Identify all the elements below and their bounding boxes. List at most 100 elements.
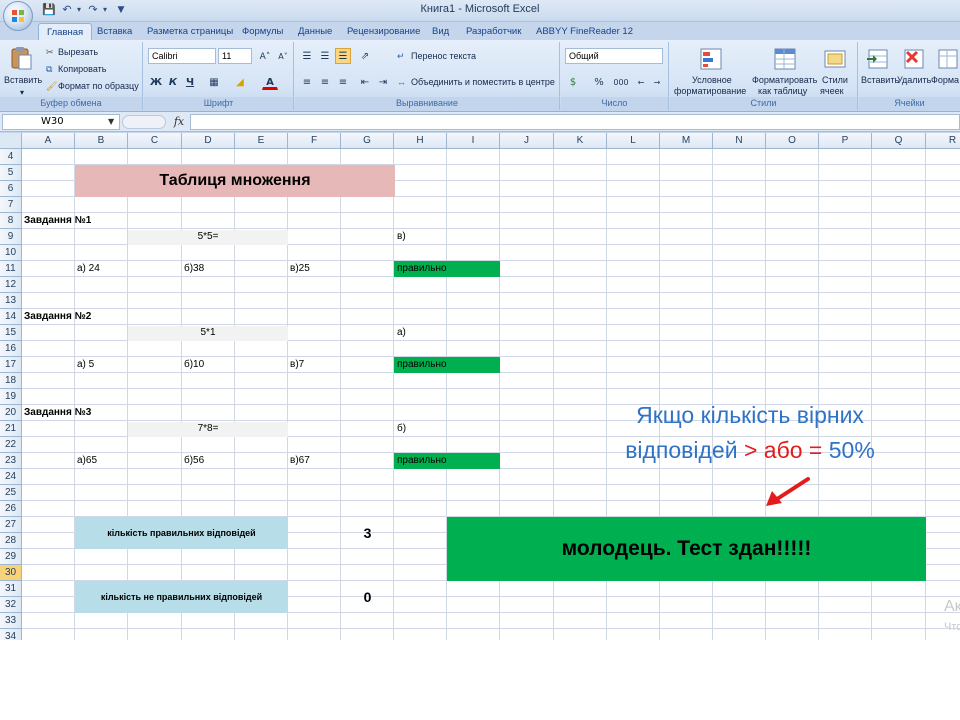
row-header[interactable]: 25 [0,485,22,501]
paste-dropdown-icon[interactable]: ▾ [20,88,24,97]
format-as-table-button[interactable]: Форматировать [752,75,817,85]
row-header[interactable]: 10 [0,245,22,261]
cut-button[interactable]: Вырезать [58,47,98,57]
task-3-option-c[interactable]: в)67 [290,453,310,469]
row-header[interactable]: 34 [0,629,22,640]
task-3-option-b[interactable]: б)56 [184,453,204,469]
task-3-result[interactable]: правильно [397,453,447,469]
wrap-text-button[interactable]: Перенос текста [411,51,476,61]
incorrect-count-value[interactable]: 0 [341,581,394,613]
row-header[interactable]: 5 [0,165,22,181]
row-header[interactable]: 8 [0,213,22,229]
column-header[interactable]: J [500,133,554,149]
paste-icon[interactable] [8,45,34,71]
tab-abbyy[interactable]: ABBYY FineReader 12 [536,23,633,40]
row-header[interactable]: 32 [0,597,22,613]
column-header[interactable]: N [713,133,766,149]
align-left-icon[interactable]: ≡ [299,74,315,90]
row-header[interactable]: 29 [0,549,22,565]
row-header[interactable]: 12 [0,277,22,293]
task-2-option-c[interactable]: в)7 [290,357,304,373]
conditional-formatting-button[interactable]: Условное [692,75,732,85]
name-box[interactable]: W30 [2,114,120,130]
column-header[interactable]: R [926,133,960,149]
sheet-title[interactable]: Таблиця множення [75,165,395,197]
decrease-indent-icon[interactable]: ⇤ [357,74,373,90]
tab-review[interactable]: Рецензирование [347,23,420,40]
align-bottom-icon[interactable]: ☰ [335,48,351,64]
correct-count-label[interactable]: кількість правильних відповідей [75,517,288,549]
copy-button[interactable]: Копировать [58,64,106,74]
column-header[interactable]: F [288,133,341,149]
row-header[interactable]: 31 [0,581,22,597]
delete-cells-button[interactable]: Удалить [897,75,931,85]
task-2-heading[interactable]: Завдання №2 [24,309,91,325]
increase-indent-icon[interactable]: ⇥ [375,74,391,90]
task-3-answer[interactable]: б) [397,421,406,437]
task-1-result[interactable]: правильно [397,261,447,277]
task-3-question[interactable]: 7*8= [128,421,288,437]
row-header[interactable]: 27 [0,517,22,533]
task-2-option-b[interactable]: б)10 [184,357,204,373]
office-button[interactable] [3,1,33,31]
cell-styles-button[interactable]: Стили [822,75,848,85]
row-header[interactable]: 26 [0,501,22,517]
row-header[interactable]: 15 [0,325,22,341]
row-header[interactable]: 9 [0,229,22,245]
format-cells-icon[interactable] [935,46,960,72]
row-header[interactable]: 21 [0,421,22,437]
row-header[interactable]: 7 [0,197,22,213]
column-header[interactable]: H [394,133,447,149]
row-header[interactable]: 11 [0,261,22,277]
row-header[interactable]: 33 [0,613,22,629]
decrease-decimal-icon[interactable]: → [649,74,665,90]
column-header[interactable]: M [660,133,713,149]
row-header[interactable]: 30 [0,565,22,581]
formula-bar-resize-handle[interactable] [122,115,166,129]
column-header[interactable]: B [75,133,128,149]
format-cells-button[interactable]: Форма [931,75,959,85]
task-2-question[interactable]: 5*1 [128,325,288,341]
row-header[interactable]: 28 [0,533,22,549]
conditional-formatting-icon[interactable] [698,46,724,72]
column-header[interactable]: Q [872,133,926,149]
row-header[interactable]: 20 [0,405,22,421]
task-1-option-c[interactable]: в)25 [290,261,310,277]
tab-view[interactable]: Вид [432,23,449,40]
row-header[interactable]: 24 [0,469,22,485]
incorrect-count-label[interactable]: кількість не правильних відповідей [75,581,288,613]
row-header[interactable]: 16 [0,341,22,357]
fill-color-icon[interactable]: ◢ [232,74,248,90]
result-banner[interactable]: молодець. Тест здан!!!!! [447,517,926,581]
select-all-corner[interactable] [0,133,22,149]
font-color-button[interactable]: A [262,74,278,90]
tab-insert[interactable]: Вставка [97,23,132,40]
merge-center-button[interactable]: Объединить и поместить в центре [411,77,555,87]
orientation-icon[interactable]: ⇗ [357,48,373,64]
column-header[interactable]: P [819,133,872,149]
row-header[interactable]: 14 [0,309,22,325]
currency-icon[interactable]: $ [565,74,581,90]
column-header[interactable]: D [182,133,235,149]
row-header[interactable]: 4 [0,149,22,165]
font-name-select[interactable]: Calibri [148,48,216,64]
tab-formulas[interactable]: Формулы [242,23,283,40]
task-3-option-a[interactable]: а)65 [77,453,97,469]
align-middle-icon[interactable]: ☰ [317,48,333,64]
bold-button[interactable]: Ж [148,74,164,90]
underline-button[interactable]: Ч [182,74,198,90]
percent-button[interactable]: % [591,74,607,90]
tab-data[interactable]: Данные [298,23,332,40]
column-header[interactable]: G [341,133,394,149]
grow-font-button[interactable]: A˄ [256,48,274,64]
correct-count-value[interactable]: 3 [341,517,394,549]
task-1-option-a[interactable]: а) 24 [77,261,100,277]
insert-cells-button[interactable]: Вставить [861,75,899,85]
task-2-result[interactable]: правильно [397,357,447,373]
formula-input[interactable] [190,114,960,130]
shrink-font-button[interactable]: A˅ [274,48,292,64]
task-1-answer[interactable]: в) [397,229,406,245]
cell-styles-icon[interactable] [822,46,848,72]
row-header[interactable]: 13 [0,293,22,309]
paste-button[interactable]: Вставить [4,75,42,85]
